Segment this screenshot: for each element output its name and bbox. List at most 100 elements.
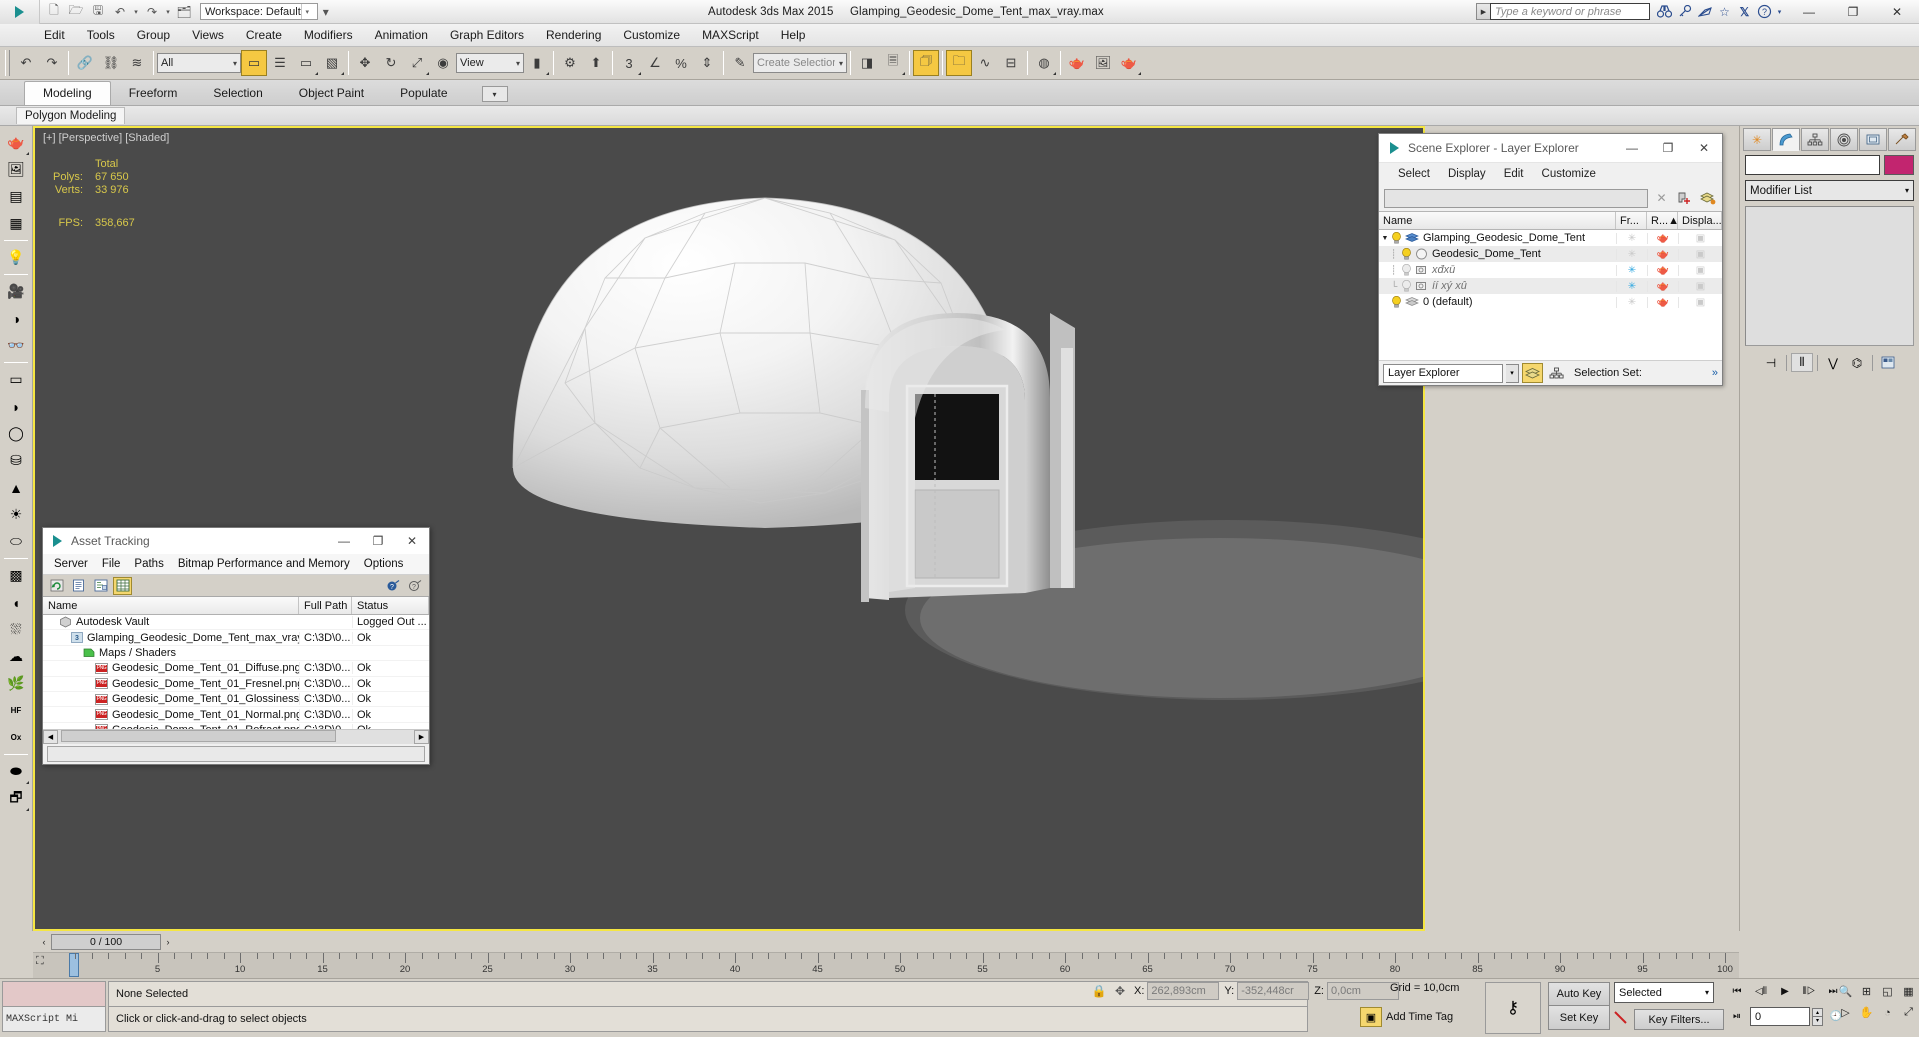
redo-icon[interactable]: ↷: [39, 50, 65, 76]
key-filters-button[interactable]: Key Filters...: [1634, 1009, 1724, 1030]
ribbon-options-dropdown-icon[interactable]: ▾: [481, 86, 508, 102]
maxscript-output-field[interactable]: [2, 981, 106, 1007]
table-row[interactable]: ▼ Glamping_Geodesic_Dome_Tent ✳ 🫖 ▣: [1379, 230, 1722, 246]
minimize-button[interactable]: —: [327, 528, 361, 554]
maximize-button[interactable]: ❐: [1650, 134, 1686, 163]
configure-modifier-sets-icon[interactable]: [1877, 353, 1899, 372]
menu-tools[interactable]: Tools: [76, 25, 126, 45]
viewport-label[interactable]: [+] [Perspective] [Shaded]: [43, 132, 169, 144]
add-time-tag-label[interactable]: Add Time Tag: [1386, 1011, 1453, 1023]
menu-edit[interactable]: Edit: [33, 25, 76, 45]
expand-collapse-icon[interactable]: ▼: [1379, 235, 1391, 242]
asset-tracking-dialog[interactable]: Asset Tracking — ❐ ✕ Server File Paths B…: [42, 527, 430, 765]
minimize-button[interactable]: —: [1614, 134, 1650, 163]
dome-primitive-icon[interactable]: ◗: [2, 393, 30, 420]
align-icon[interactable]: 🗏: [880, 50, 906, 76]
plane-primitive-icon[interactable]: ▭: [2, 366, 30, 393]
menu-customize[interactable]: Customize: [612, 25, 691, 45]
pan-view-icon[interactable]: ✋: [1856, 1002, 1877, 1023]
set-key-button[interactable]: Set Key: [1548, 1006, 1610, 1030]
table-row[interactable]: 3 Glamping_Geodesic_Dome_Tent_max_vray.m…: [43, 630, 429, 646]
close-button[interactable]: ✕: [1875, 0, 1919, 24]
render-toggle-icon[interactable]: 🫖: [1647, 248, 1678, 260]
current-frame-field[interactable]: 0: [1750, 1007, 1810, 1026]
schematic-view-icon[interactable]: ⊟: [998, 50, 1024, 76]
create-tab[interactable]: ✳: [1743, 128, 1771, 151]
satellite-dish-icon[interactable]: [1695, 2, 1714, 21]
edit-named-selection-sets-icon[interactable]: ✎: [727, 50, 753, 76]
lightbulb-on-icon[interactable]: [1391, 296, 1402, 308]
menu-customize[interactable]: Customize: [1533, 166, 1605, 182]
bind-to-space-warp-icon[interactable]: ≋: [124, 50, 150, 76]
render-toggle-icon[interactable]: 🫖: [1647, 232, 1678, 244]
save-file-icon[interactable]: 🖫: [88, 2, 108, 22]
spinner-up-icon[interactable]: ▴: [1812, 1007, 1823, 1017]
max-app-button[interactable]: [0, 0, 40, 24]
time-tag-icon[interactable]: ▣: [1360, 1007, 1382, 1027]
tree-view-icon[interactable]: [91, 577, 110, 595]
cloud-icon[interactable]: ☁: [2, 643, 30, 670]
cone-primitive-icon[interactable]: ▲: [2, 474, 30, 501]
next-frame-icon[interactable]: ⦀▷: [1798, 981, 1820, 1002]
field-of-view-icon[interactable]: ▷: [1835, 1002, 1856, 1023]
scroll-thumb[interactable]: [61, 730, 336, 742]
mesh-grid-icon[interactable]: ⛁: [2, 447, 30, 474]
display-toggle-icon[interactable]: ▣: [1678, 280, 1722, 292]
redo-icon[interactable]: ↷: [142, 2, 162, 22]
chevron-down-icon[interactable]: ▾: [300, 4, 313, 19]
column-status[interactable]: Status: [352, 597, 429, 614]
timeline-ruler[interactable]: ⛶ 5 10 15 20 25 30 35 40 45 50 55 60 65 70 75 80 85 90 95 1…: [33, 952, 1739, 978]
modifier-stack[interactable]: [1745, 206, 1914, 346]
chevron-down-icon[interactable]: ▾: [1905, 186, 1909, 195]
next-frame-button[interactable]: ›: [161, 934, 175, 949]
zoom-extents-icon[interactable]: ◱: [1877, 981, 1898, 1002]
orbit-icon[interactable]: ◔: [1877, 1002, 1898, 1023]
render-toggle-icon[interactable]: 🫖: [1647, 264, 1678, 276]
asset-tracking-list[interactable]: Autodesk Vault Logged Out ... 3 Glamping…: [43, 615, 429, 729]
project-folder-icon[interactable]: 🗂: [174, 2, 194, 22]
menu-server[interactable]: Server: [47, 556, 95, 572]
pin-stack-icon[interactable]: ⊣: [1760, 353, 1782, 372]
zoom-all-icon[interactable]: ⊞: [1856, 981, 1877, 1002]
chevron-down-icon[interactable]: ▾: [1506, 363, 1519, 383]
scroll-right-button[interactable]: ▶: [414, 730, 429, 744]
table-row[interactable]: PNG Geodesic_Dome_Tent_01_Fresnel.png C:…: [43, 677, 429, 692]
curve-editor-icon[interactable]: ∿: [972, 50, 998, 76]
table-row[interactable]: ┊ Geodesic_Dome_Tent ✳ 🫖 ▣: [1379, 246, 1722, 262]
modify-tab[interactable]: [1772, 128, 1800, 151]
lightbulb-on-icon[interactable]: [1401, 248, 1412, 260]
display-toggle-icon[interactable]: ▣: [1678, 264, 1722, 276]
toggle-ribbon-icon[interactable]: 🗀: [946, 50, 972, 76]
table-row[interactable]: PNG Geodesic_Dome_Tent_01_Glossiness.png…: [43, 692, 429, 708]
help-circle-icon[interactable]: ?: [1755, 2, 1774, 21]
binoculars-icon[interactable]: [1655, 2, 1674, 21]
column-render[interactable]: R...▲: [1647, 212, 1678, 229]
help-paths-icon[interactable]: ?: [384, 577, 403, 595]
column-display[interactable]: Displa...: [1678, 212, 1722, 229]
table-row[interactable]: PNG Geodesic_Dome_Tent_01_Diffuse.png C:…: [43, 661, 429, 677]
track-view-icon[interactable]: ⛶: [36, 955, 44, 968]
spinner-down-icon[interactable]: ▾: [1812, 1016, 1823, 1026]
key-mode-combo[interactable]: Selected ▾: [1614, 982, 1714, 1003]
help-dropdown-icon[interactable]: ▾: [1775, 2, 1784, 21]
tab-selection[interactable]: Selection: [195, 82, 280, 105]
menu-animation[interactable]: Animation: [364, 25, 439, 45]
tiles-material-icon[interactable]: ▩: [2, 562, 30, 589]
scroll-left-button[interactable]: ◀: [43, 730, 58, 744]
chevron-down-icon[interactable]: ▾: [1705, 988, 1709, 997]
undo-icon[interactable]: ↶: [110, 2, 130, 22]
material-editor-icon[interactable]: ◍: [1031, 50, 1057, 76]
object-color-swatch[interactable]: [1884, 155, 1914, 175]
panel-polygon-modeling[interactable]: Polygon Modeling: [16, 107, 126, 124]
disc-light-icon[interactable]: ⬭: [2, 528, 30, 555]
open-file-icon[interactable]: 🗁: [66, 2, 86, 22]
z-coordinate-field[interactable]: 0,0cm: [1326, 982, 1399, 1000]
hair-fur-icon[interactable]: HF: [2, 697, 30, 724]
table-row[interactable]: ┊ xđxū ✳ 🫖 ▣: [1379, 262, 1722, 278]
frame-indicator[interactable]: 0 / 100: [51, 933, 161, 950]
help-icon[interactable]: ?: [406, 577, 425, 595]
select-by-name-icon[interactable]: ☰: [267, 50, 293, 76]
undo-dropdown-icon[interactable]: ▾: [132, 2, 140, 22]
display-toggle-icon[interactable]: ▣: [1678, 296, 1722, 308]
table-row[interactable]: Maps / Shaders: [43, 646, 429, 662]
